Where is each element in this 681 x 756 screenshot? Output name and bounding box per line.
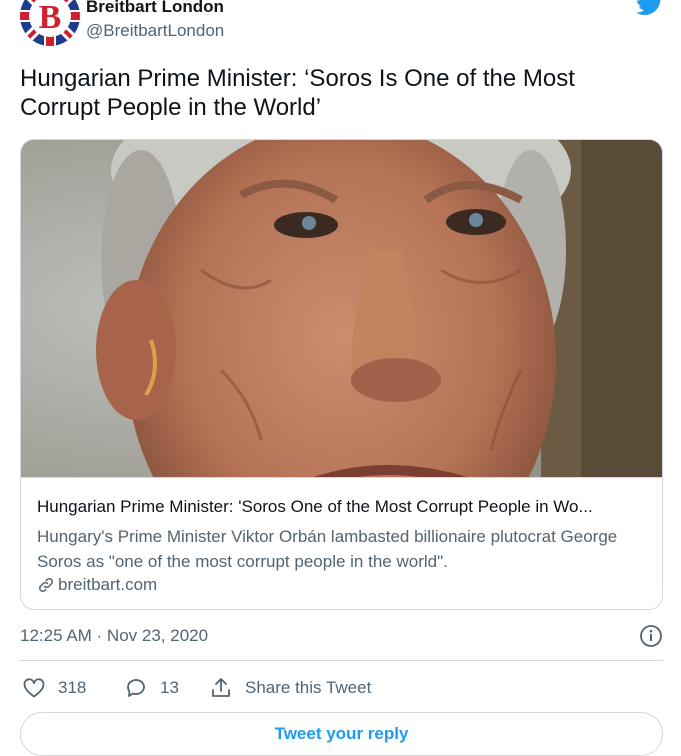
share-icon [212,678,230,697]
link-card[interactable]: Hungarian Prime Minister: 'Soros One of … [20,139,663,610]
share-button[interactable]: Share this Tweet [209,676,371,700]
avatar-logo-letter: B [39,0,62,36]
info-icon[interactable] [639,624,663,648]
divider [20,660,663,661]
tweet-timestamp[interactable]: 12:25 AM · Nov 23, 2020 [20,626,208,646]
link-icon [38,577,54,593]
reply-button[interactable]: 13 [124,676,179,700]
author-handle[interactable]: @BreitbartLondon [86,21,224,41]
union-jack-b-avatar: B [20,0,80,46]
tweet-your-reply-button[interactable]: Tweet your reply [20,712,663,756]
card-image [21,140,662,477]
author-avatar[interactable]: B [20,0,80,46]
card-description: Hungary's Prime Minister Viktor Orbán la… [37,527,618,571]
reply-button-label: Tweet your reply [274,724,409,743]
share-label: Share this Tweet [245,678,372,697]
reply-count: 13 [160,678,179,697]
like-count: 318 [58,678,87,697]
card-title[interactable]: Hungarian Prime Minister: 'Soros One of … [37,497,647,517]
twitter-bird-icon[interactable] [635,0,664,16]
like-button[interactable]: 318 [22,676,86,700]
card-domain[interactable]: breitbart.com [37,575,157,595]
author-name[interactable]: Breitbart London [86,0,224,17]
portrait-photo [21,140,662,477]
reply-icon [127,679,145,697]
tweet-text: Hungarian Prime Minister: ‘Soros Is One … [20,65,575,121]
card-body[interactable]: Hungarian Prime Minister: 'Soros One of … [21,477,662,609]
card-domain-text: breitbart.com [58,575,158,594]
heart-icon [23,678,45,698]
